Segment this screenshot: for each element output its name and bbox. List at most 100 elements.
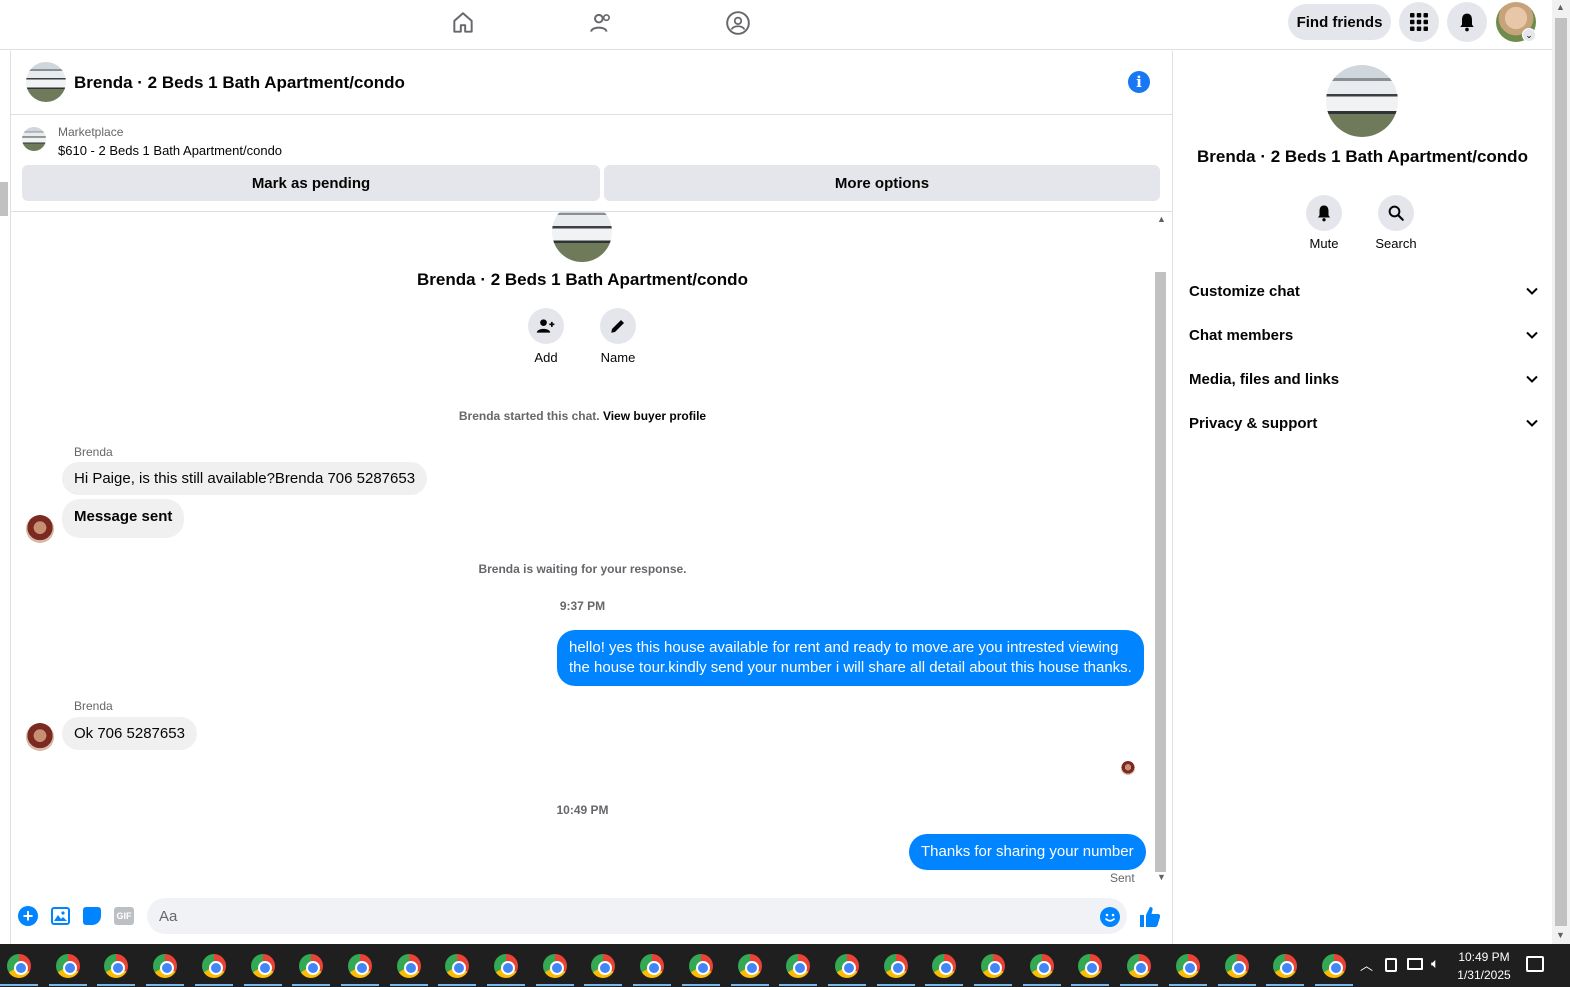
mute-bell-icon[interactable] (1306, 195, 1342, 231)
gif-icon[interactable]: GIF (114, 907, 134, 925)
chevron-down-icon[interactable]: ⌄ (1522, 28, 1536, 42)
taskbar-browser-icon[interactable] (786, 954, 811, 978)
bell-icon[interactable] (1447, 2, 1487, 42)
pencil-icon[interactable] (600, 308, 636, 344)
scroll-up-arrow-icon[interactable]: ▲ (1556, 2, 1565, 12)
thumbs-up-icon[interactable] (1138, 905, 1162, 929)
sender-name: Brenda (74, 699, 113, 713)
taskbar-browser-icon[interactable] (1029, 954, 1054, 978)
home-icon[interactable] (446, 8, 480, 38)
taskbar-browser-icon[interactable] (445, 954, 470, 978)
sticker-icon[interactable] (83, 907, 101, 925)
taskbar-browser-icon[interactable] (883, 954, 908, 978)
scroll-thumb[interactable] (1155, 272, 1166, 872)
chat-photo[interactable] (1326, 65, 1398, 137)
scroll-down-arrow-icon[interactable]: ▼ (1556, 930, 1565, 940)
taskbar-browser-icon[interactable] (932, 954, 957, 978)
listing-title[interactable]: $610 - 2 Beds 1 Bath Apartment/condo (58, 143, 282, 158)
listing-small-thumbnail[interactable] (22, 127, 46, 151)
taskbar-browser-icon[interactable] (640, 954, 665, 978)
taskbar-open-indicator (730, 984, 769, 986)
incoming-message[interactable]: Ok 706 5287653 (62, 717, 197, 750)
taskbar-open-indicator (1022, 984, 1061, 986)
taskbar-browser-icon[interactable] (104, 954, 129, 978)
taskbar-browser-icon[interactable] (834, 954, 859, 978)
find-friends-button[interactable]: Find friends (1288, 4, 1391, 40)
taskbar-open-indicator (97, 984, 136, 986)
taskbar-browser-icon[interactable] (494, 954, 518, 978)
chat-header: Brenda · 2 Beds 1 Bath Apartment/condo i (11, 51, 1172, 115)
section-label: Customize chat (1189, 282, 1300, 300)
page-scroll-thumb[interactable] (1555, 18, 1567, 926)
taskbar-browser-icon[interactable] (1273, 954, 1298, 978)
groups-icon[interactable] (721, 8, 755, 38)
taskbar-open-indicator (292, 984, 331, 986)
taskbar-browser-icon[interactable] (7, 954, 31, 978)
taskbar-browser-icon[interactable] (153, 954, 178, 978)
waiting-note: Brenda is waiting for your response. (478, 562, 687, 576)
taskbar-browser-icon[interactable] (1127, 954, 1152, 978)
taskbar-date[interactable]: 1/31/2025 (1449, 968, 1519, 982)
menu-grid-icon[interactable] (1399, 2, 1439, 42)
taskbar-browser-icon[interactable] (1078, 954, 1103, 978)
taskbar-browser-icon[interactable] (299, 954, 324, 978)
taskbar-open-indicator (535, 984, 574, 986)
taskbar-browser-icon[interactable] (542, 954, 567, 978)
taskbar-browser-icon[interactable] (55, 954, 80, 978)
friends-icon[interactable] (584, 8, 618, 38)
search-label: Search (1375, 236, 1417, 251)
taskbar-browser-icon[interactable] (1224, 954, 1249, 978)
taskbar-browser-icon[interactable] (688, 954, 713, 978)
section-privacy-support[interactable]: Privacy & support (1189, 405, 1539, 441)
incoming-message[interactable]: Hi Paige, is this still available?Brenda… (62, 462, 428, 495)
taskbar-browser-icon[interactable] (1175, 954, 1200, 978)
plus-icon[interactable]: + (18, 906, 38, 926)
scroll-down-arrow-icon[interactable]: ▼ (1157, 872, 1166, 882)
taskbar-browser-icon[interactable] (396, 954, 421, 978)
left-scroll-thumb[interactable] (0, 182, 8, 216)
left-edge-scrollbar (0, 51, 11, 944)
taskbar-open-indicator (48, 984, 87, 986)
more-options-button[interactable]: More options (604, 165, 1160, 201)
taskbar-browser-icon[interactable] (201, 954, 226, 978)
photo-icon[interactable] (51, 907, 70, 925)
message-thread: Brenda · 2 Beds 1 Bath Apartment/condo A… (11, 212, 1154, 886)
sender-avatar[interactable] (26, 723, 54, 751)
section-customize-chat[interactable]: Customize chat (1189, 273, 1539, 309)
chat-started-text: Brenda started this chat. (458, 409, 600, 423)
network-icon[interactable] (1407, 958, 1423, 970)
outgoing-message[interactable]: hello! yes this house available for rent… (557, 630, 1144, 686)
notification-center-icon[interactable] (1526, 956, 1544, 972)
page-scrollbar[interactable]: ▲ ▼ (1552, 0, 1570, 944)
add-person-icon[interactable] (528, 308, 564, 344)
top-navigation-bar: Find friends ⌄ (0, 0, 1552, 50)
message-scrollbar[interactable]: ▲ ▼ (1154, 212, 1168, 886)
message-input[interactable] (147, 898, 1127, 934)
meet-now-icon[interactable] (1385, 958, 1397, 972)
taskbar-open-indicator (925, 984, 964, 986)
taskbar-browser-icon[interactable] (591, 954, 616, 978)
chat-started-note: Brenda started this chat. View buyer pro… (11, 409, 1154, 423)
taskbar-browser-icon[interactable] (250, 954, 275, 978)
volume-icon[interactable]: 🔈︎ (1431, 955, 1439, 972)
taskbar-browser-icon[interactable] (347, 954, 372, 978)
section-chat-members[interactable]: Chat members (1189, 317, 1539, 353)
mark-as-pending-button[interactable]: Mark as pending (22, 165, 600, 201)
taskbar-browser-icon[interactable] (981, 954, 1005, 978)
emoji-icon[interactable] (1100, 907, 1120, 927)
taskbar-browser-icon[interactable] (1321, 954, 1346, 978)
taskbar-browser-icon[interactable] (737, 954, 762, 978)
listing-thumbnail[interactable] (26, 62, 66, 102)
incoming-message[interactable]: Message sent (62, 499, 185, 538)
info-icon[interactable]: i (1128, 71, 1150, 93)
scroll-up-arrow-icon[interactable]: ▲ (1157, 214, 1166, 224)
taskbar-time[interactable]: 10:49 PM (1449, 950, 1519, 964)
intro-title: Brenda · 2 Beds 1 Bath Apartment/condo (417, 270, 748, 289)
search-icon[interactable] (1378, 195, 1414, 231)
outgoing-message[interactable]: Thanks for sharing your number (909, 834, 1146, 870)
view-buyer-profile-link[interactable]: View buyer profile (603, 409, 706, 423)
section-media-files-links[interactable]: Media, files and links (1189, 361, 1539, 397)
chat-title[interactable]: Brenda · 2 Beds 1 Bath Apartment/condo (74, 73, 405, 93)
chevron-up-icon[interactable]: ︿ (1360, 955, 1373, 974)
sender-avatar[interactable] (26, 515, 54, 543)
